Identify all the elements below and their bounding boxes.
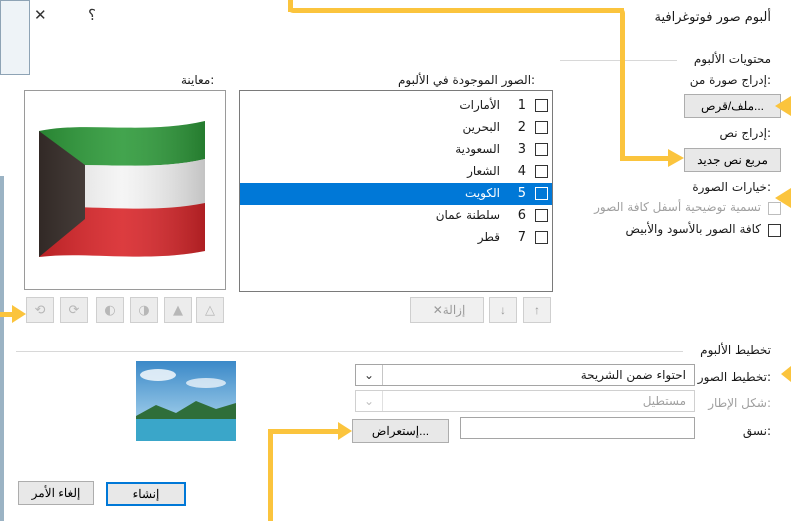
- list-item[interactable]: 6 سلطنة عمان: [240, 205, 552, 227]
- list-item[interactable]: 2 البحرين: [240, 117, 552, 139]
- list-item[interactable]: 4 الشعار: [240, 161, 552, 183]
- remove-button[interactable]: ✕ إزالة: [410, 297, 484, 323]
- album-content-label: محتويات الألبوم: [693, 52, 771, 66]
- brightness-down-icon[interactable]: △: [196, 297, 224, 323]
- callout-arrow-left-icon: [775, 96, 791, 116]
- callout-arrow-left-icon: [781, 366, 791, 382]
- callout-arrow-left-icon: [775, 188, 791, 208]
- theme-input[interactable]: [460, 417, 695, 439]
- black-white-checkbox[interactable]: [768, 224, 781, 237]
- move-down-button[interactable]: ↓: [489, 297, 517, 323]
- arrow-up-icon: ↑: [534, 303, 540, 317]
- picture-layout-label: تخطيط الصور:: [697, 370, 771, 384]
- brightness-up-icon[interactable]: ▲: [164, 297, 192, 323]
- kuwait-flag-image: [39, 121, 205, 257]
- contrast-down-icon[interactable]: ◑: [130, 297, 158, 323]
- browse-button[interactable]: إستعراض...: [352, 419, 449, 443]
- contrast-up-icon[interactable]: ◐: [96, 297, 124, 323]
- preview-pane: [24, 90, 226, 290]
- list-item[interactable]: 1 الأمارات: [240, 95, 552, 117]
- new-text-box-button[interactable]: مربع نص جديد: [684, 148, 781, 172]
- file-disk-button[interactable]: ملف/قرص...: [684, 94, 781, 118]
- callout-arrow-right-icon: [12, 305, 26, 323]
- callout-line-to-browse: [268, 429, 342, 434]
- photo-album-dialog: ألبوم صور فوتوغرافية ؟ ✕ محتويات الألبوم…: [0, 0, 791, 521]
- pictures-in-album-label: الصور الموجودة في الألبوم:: [398, 73, 536, 87]
- callout-line-top-horizontal: [288, 8, 624, 13]
- dialog-title: ألبوم صور فوتوغرافية: [654, 10, 771, 25]
- close-icon[interactable]: ✕: [34, 6, 47, 24]
- album-layout-label: تخطيط الألبوم: [700, 343, 771, 357]
- move-up-button[interactable]: ↑: [523, 297, 551, 323]
- callout-arrow-right-icon: [338, 422, 352, 440]
- chevron-down-icon: ⌄: [356, 391, 383, 411]
- callout-line-bottom: [268, 440, 273, 521]
- arrow-down-icon: ↓: [500, 303, 506, 317]
- picture-options-label: خيارات الصورة:: [692, 180, 771, 194]
- callout-line-to-textbox: [620, 156, 672, 161]
- frame-shape-label: شكل الإطار:: [708, 396, 771, 410]
- list-item[interactable]: 7 قطر: [240, 227, 552, 249]
- list-item-selected[interactable]: 5 الكويت: [240, 183, 552, 205]
- cancel-button[interactable]: إلغاء الأمر: [18, 481, 94, 505]
- pictures-listbox[interactable]: 1 الأمارات 2 البحرين 3 السعودية 4 الشعار 5 ال…: [239, 90, 553, 292]
- theme-label: نسق:: [742, 424, 771, 438]
- background-window-border: [0, 176, 4, 521]
- insert-picture-label: إدراج صورة من:: [689, 73, 771, 87]
- create-button[interactable]: إنشاء: [106, 482, 186, 506]
- list-item[interactable]: 3 السعودية: [240, 139, 552, 161]
- album-content-divider: [560, 60, 677, 61]
- insert-text-label: إدراج نص:: [719, 126, 771, 140]
- rotate-right-icon[interactable]: ⟳: [60, 297, 88, 323]
- black-white-label: كافة الصور بالأسود والأبيض: [625, 222, 761, 236]
- album-layout-divider: [16, 351, 683, 352]
- chevron-down-icon: ⌄: [356, 365, 383, 385]
- preview-label: معاينة:: [181, 73, 215, 87]
- callout-line-vertical: [620, 8, 625, 160]
- layout-preview-image: [136, 361, 236, 441]
- background-window-edge: [0, 0, 30, 75]
- picture-layout-select[interactable]: احتواء ضمن الشريحة ⌄: [355, 364, 695, 386]
- frame-shape-select[interactable]: مستطيل ⌄: [355, 390, 695, 412]
- rotate-left-icon[interactable]: ⟲: [26, 297, 54, 323]
- remove-x-icon: ✕: [432, 303, 443, 317]
- callout-line-corner: [268, 429, 273, 445]
- callout-arrow-right-icon: [668, 149, 684, 167]
- help-icon[interactable]: ؟: [88, 6, 96, 24]
- captions-label: تسمية توضيحية أسفل كافة الصور: [594, 200, 761, 214]
